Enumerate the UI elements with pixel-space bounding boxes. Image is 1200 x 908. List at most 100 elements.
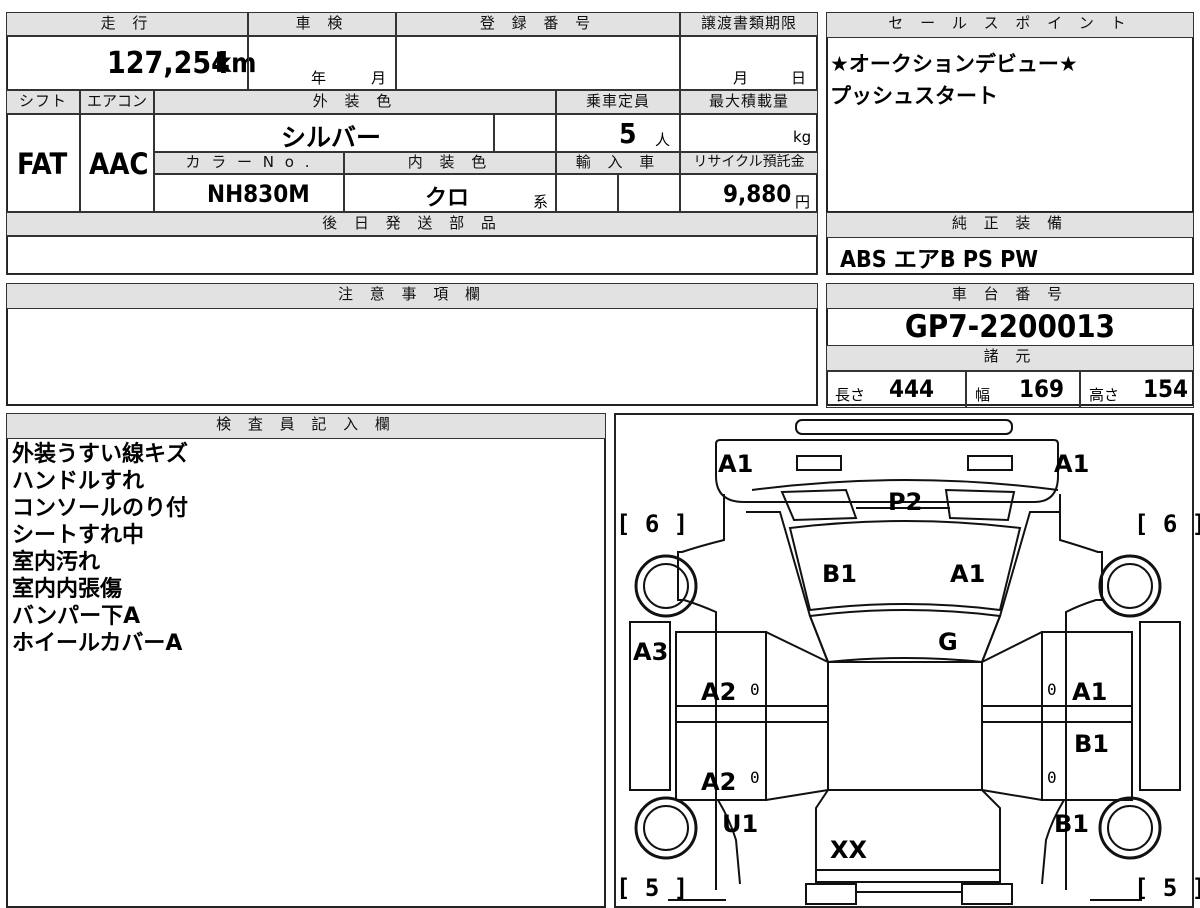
mileage-header: 走 行 bbox=[6, 12, 248, 36]
map-left-front-door: A2 bbox=[701, 678, 737, 706]
map-front-right: A1 bbox=[1054, 450, 1090, 478]
mileage-cell: 127,254 km bbox=[6, 36, 256, 90]
map-front-left: A1 bbox=[718, 450, 754, 478]
transfer-deadline-cell: 月 日 bbox=[680, 36, 818, 90]
shift-cell: FAT bbox=[6, 114, 80, 212]
capacity-value: 5 bbox=[619, 117, 637, 150]
import-header: 輸 入 車 bbox=[556, 152, 680, 174]
chassis-value: GP7-2200013 bbox=[904, 309, 1116, 345]
recycle-fee-cell: 9,880 円 bbox=[680, 174, 818, 212]
inspector-note: 室内内張傷 bbox=[12, 577, 123, 602]
inspector-note: 外装うすい線キズ bbox=[12, 442, 189, 467]
shift-value: FAT bbox=[17, 147, 68, 181]
inspection-year-label: 年 bbox=[311, 69, 327, 87]
caution-header: 注 意 事 項 欄 bbox=[6, 283, 818, 309]
capacity-cell: 5 人 bbox=[556, 114, 680, 152]
later-parts-cell bbox=[6, 236, 818, 275]
equipment-header: 純 正 装 備 bbox=[826, 212, 1194, 238]
inspection-cell: 年 月 bbox=[248, 36, 396, 90]
chassis-header: 車 台 番 号 bbox=[826, 283, 1194, 309]
map-zero-lf: 0 bbox=[750, 680, 760, 699]
map-right-front-door: A1 bbox=[1072, 678, 1108, 706]
import-cell-b bbox=[618, 174, 680, 212]
map-left-rear: U1 bbox=[722, 810, 759, 838]
sales-point-header: セ ー ル ス ポ イ ン ト bbox=[826, 12, 1194, 38]
interior-color-header: 内 装 色 bbox=[344, 152, 556, 174]
caution-box: 注 意 事 項 欄 bbox=[6, 283, 818, 406]
interior-color-suffix: 系 bbox=[533, 193, 549, 211]
map-zero-lr: 0 bbox=[750, 768, 760, 787]
spec-width-value: 169 bbox=[1019, 375, 1065, 403]
inspector-notes-box: 検 査 員 記 入 欄 外装うすい線キズ ハンドルすれ コンソールのり付 シート… bbox=[6, 413, 606, 908]
color-no-value: NH830M bbox=[207, 180, 310, 208]
equipment-box: 純 正 装 備 ABS エアB PS PW bbox=[826, 212, 1194, 275]
max-load-cell: kg bbox=[680, 114, 818, 152]
inspector-note: 室内汚れ bbox=[12, 550, 101, 575]
inspection-month-label: 月 bbox=[371, 69, 387, 87]
interior-color-value: クロ bbox=[425, 186, 470, 211]
spec-height-value: 154 bbox=[1143, 375, 1189, 403]
inspector-note: ホイールカバーA bbox=[12, 631, 183, 656]
aircon-value: AAC bbox=[89, 147, 149, 181]
inspector-notes-list: 外装うすい線キズ ハンドルすれ コンソールのり付 シートすれ中 室内汚れ 室内内… bbox=[12, 441, 188, 657]
map-hood-left: B1 bbox=[822, 560, 857, 588]
shift-header: シフト bbox=[6, 90, 80, 114]
sales-point-line-2: プッシュスタート bbox=[830, 84, 998, 108]
tire-fl-rating: [ 6 ] bbox=[616, 510, 689, 538]
spec-length-value: 444 bbox=[889, 375, 935, 403]
spec-width-label: 幅 bbox=[975, 386, 991, 404]
aircon-header: エアコン bbox=[80, 90, 154, 114]
later-parts-header: 後 日 発 送 部 品 bbox=[6, 212, 818, 236]
equipment-value: ABS エアB PS PW bbox=[840, 247, 1039, 273]
map-zero-rf: 0 bbox=[1047, 680, 1057, 699]
transfer-deadline-header: 譲渡書類期限 bbox=[680, 12, 818, 36]
map-trunk: XX bbox=[830, 836, 868, 864]
registration-header: 登 録 番 号 bbox=[396, 12, 680, 36]
map-right-rear: B1 bbox=[1054, 810, 1089, 838]
deadline-day-label: 日 bbox=[791, 69, 807, 87]
map-left-fender: A3 bbox=[633, 638, 669, 666]
registration-cell bbox=[396, 36, 680, 90]
exterior-color-header: 外 装 色 bbox=[154, 90, 556, 114]
spec-length-cell: 長さ 444 bbox=[826, 371, 966, 408]
tire-rl-rating: [ 5 ] bbox=[616, 874, 689, 902]
interior-color-cell: クロ 系 bbox=[344, 174, 556, 212]
color-no-header: カ ラ ー N o . bbox=[154, 152, 344, 174]
inspector-note: バンパー下A bbox=[12, 604, 141, 629]
tire-fr-rating: [ 6 ] bbox=[1134, 510, 1200, 538]
tire-rr-rating: [ 5 ] bbox=[1134, 874, 1200, 902]
spec-height-label: 高さ bbox=[1089, 386, 1120, 404]
inspector-note: ハンドルすれ bbox=[12, 469, 145, 494]
recycle-fee-value: 9,880 bbox=[723, 180, 792, 208]
mileage-value: 127,254 bbox=[107, 46, 230, 81]
inspector-note: シートすれ中 bbox=[12, 523, 145, 548]
chassis-box: 車 台 番 号 GP7-2200013 諸 元 長さ 444 幅 169 高さ … bbox=[826, 283, 1194, 408]
sales-point-line-1: ★オークションデビュー★ bbox=[830, 52, 1078, 76]
deadline-month-label: 月 bbox=[733, 69, 749, 87]
max-load-unit: kg bbox=[793, 128, 812, 146]
inspection-header: 車 検 bbox=[248, 12, 396, 36]
inspector-notes-header: 検 査 員 記 入 欄 bbox=[6, 413, 606, 439]
exterior-color-value: シルバー bbox=[281, 123, 382, 152]
sales-point-box: セ ー ル ス ポ イ ン ト ★オークションデビュー★ プッシュスタート bbox=[826, 12, 1194, 213]
import-cell-a bbox=[556, 174, 618, 212]
spec-height-cell: 高さ 154 bbox=[1080, 371, 1194, 408]
exterior-color-cell: シルバー bbox=[154, 114, 494, 152]
recycle-fee-header: リサイクル預託金 bbox=[680, 152, 818, 174]
map-hood-right: A1 bbox=[950, 560, 986, 588]
spec-width-cell: 幅 169 bbox=[966, 371, 1080, 408]
max-load-header: 最大積載量 bbox=[680, 90, 818, 114]
inspector-note: コンソールのり付 bbox=[12, 496, 189, 521]
map-zero-rr: 0 bbox=[1047, 768, 1057, 787]
recycle-fee-unit: 円 bbox=[795, 193, 811, 211]
map-roof: G bbox=[938, 628, 958, 656]
specs-header: 諸 元 bbox=[826, 345, 1194, 371]
aircon-cell: AAC bbox=[80, 114, 154, 212]
map-right-rear-door: B1 bbox=[1074, 730, 1109, 758]
capacity-header: 乗車定員 bbox=[556, 90, 680, 114]
color-no-cell: NH830M bbox=[154, 174, 344, 212]
map-windshield: P2 bbox=[888, 488, 923, 516]
exterior-color-extra-cell bbox=[494, 114, 556, 152]
spec-length-label: 長さ bbox=[835, 386, 866, 404]
capacity-unit: 人 bbox=[655, 131, 671, 149]
